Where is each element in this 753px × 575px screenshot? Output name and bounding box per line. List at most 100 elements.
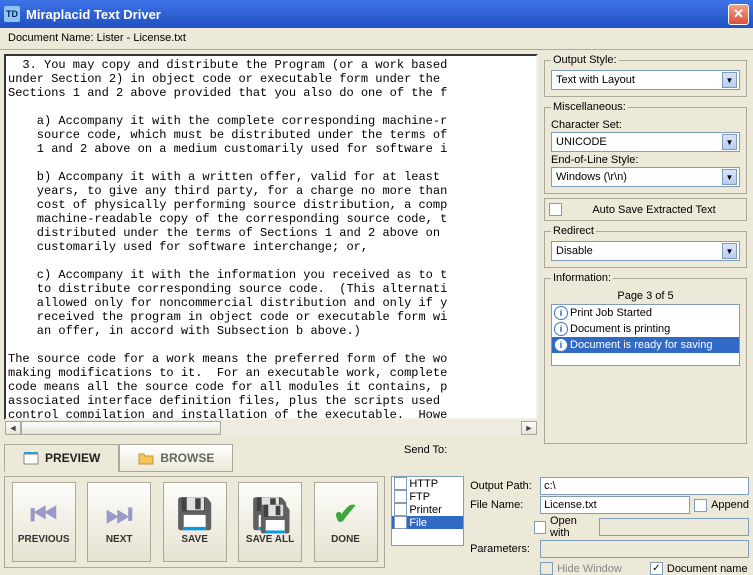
- output-style-group: Output Style: Text with Layout ▼: [544, 54, 747, 97]
- done-button[interactable]: ✔ DONE: [314, 482, 378, 562]
- information-group: Information: Page 3 of 5 i Print Job Sta…: [544, 272, 747, 444]
- documentname-label: Document name: [667, 563, 748, 575]
- output-style-legend: Output Style:: [551, 54, 619, 66]
- chevron-down-icon[interactable]: ▼: [722, 169, 737, 185]
- openwith-checkbox[interactable]: [534, 521, 546, 534]
- charset-combo[interactable]: UNICODE ▼: [551, 132, 740, 152]
- info-item-label: Document is ready for saving: [570, 339, 712, 351]
- action-panel: ⏮ PREVIOUS ⏭ NEXT 💾 SAVE 💾💾 SAVE ALL ✔ D…: [4, 476, 385, 568]
- sendto-checkbox[interactable]: [394, 503, 407, 516]
- eol-combo[interactable]: Windows (\r\n) ▼: [551, 167, 740, 187]
- openwith-input: [599, 518, 749, 536]
- redirect-combo[interactable]: Disable ▼: [551, 241, 740, 261]
- autosave-label: Auto Save Extracted Text: [566, 204, 742, 216]
- chevron-down-icon[interactable]: ▼: [722, 243, 737, 259]
- sendto-item-label: FTP: [409, 491, 430, 503]
- sendto-checkbox[interactable]: ✓: [394, 516, 407, 529]
- chevron-down-icon[interactable]: ▼: [722, 134, 737, 150]
- close-button[interactable]: ✕: [728, 4, 749, 25]
- saveall-icon: 💾💾: [251, 500, 288, 530]
- window-title: Miraplacid Text Driver: [26, 7, 728, 22]
- chevron-down-icon[interactable]: ▼: [722, 72, 737, 88]
- sendto-item-label: File: [409, 517, 427, 529]
- hidewindow-label: Hide Window: [557, 563, 622, 575]
- redirect-group: Redirect Disable ▼: [544, 225, 747, 268]
- previous-label: PREVIOUS: [18, 534, 70, 545]
- autosave-checkbox[interactable]: [549, 203, 562, 216]
- autosave-row: Auto Save Extracted Text: [544, 198, 747, 221]
- output-path-label: Output Path:: [470, 480, 536, 492]
- scroll-right-button[interactable]: ►: [521, 421, 537, 435]
- checkmark-icon: ✔: [333, 500, 358, 530]
- app-icon: TD: [4, 6, 20, 22]
- information-legend: Information:: [551, 272, 613, 284]
- saveall-label: SAVE ALL: [246, 534, 294, 545]
- save-icon: 💾: [176, 500, 213, 530]
- info-item[interactable]: i Document is printing: [552, 321, 739, 337]
- tab-browse-label: BROWSE: [160, 451, 214, 465]
- miscellaneous-group: Miscellaneous: Character Set: UNICODE ▼ …: [544, 101, 747, 194]
- charset-value: UNICODE: [556, 136, 607, 148]
- eol-value: Windows (\r\n): [556, 171, 627, 183]
- parameters-label: Parameters:: [470, 543, 536, 555]
- info-item-label: Print Job Started: [570, 307, 652, 319]
- redirect-value: Disable: [556, 245, 593, 257]
- info-item-label: Document is printing: [570, 323, 670, 335]
- done-label: DONE: [331, 534, 360, 545]
- sendto-item-label: HTTP: [409, 478, 438, 490]
- info-icon: i: [554, 322, 568, 336]
- sendto-item-ftp[interactable]: FTP: [392, 490, 463, 503]
- redirect-legend: Redirect: [551, 225, 596, 237]
- sendto-item-http[interactable]: HTTP: [392, 477, 463, 490]
- document-name-value: Lister - License.txt: [97, 32, 186, 44]
- sendto-item-printer[interactable]: Printer: [392, 503, 463, 516]
- document-name-bar: Document Name: Lister - License.txt: [0, 28, 753, 50]
- sendto-checkbox[interactable]: [394, 477, 407, 490]
- info-item[interactable]: i Document is ready for saving: [552, 337, 739, 353]
- save-button[interactable]: 💾 SAVE: [163, 482, 227, 562]
- documentname-checkbox[interactable]: ✓: [650, 562, 663, 575]
- next-label: NEXT: [106, 534, 133, 545]
- scroll-left-button[interactable]: ◄: [5, 421, 21, 435]
- info-icon: i: [554, 338, 568, 352]
- sendto-checkbox[interactable]: [394, 490, 407, 503]
- output-style-value: Text with Layout: [556, 74, 635, 86]
- scroll-track[interactable]: [21, 421, 521, 435]
- parameters-input: [540, 540, 749, 558]
- sendto-list[interactable]: HTTP FTP Printer ✓File: [391, 476, 464, 546]
- information-list[interactable]: i Print Job Started i Document is printi…: [551, 304, 740, 366]
- tab-browse[interactable]: BROWSE: [119, 444, 233, 472]
- hidewindow-checkbox: [540, 562, 553, 575]
- filename-label: File Name:: [470, 499, 536, 511]
- eol-label: End-of-Line Style:: [551, 154, 740, 166]
- next-button[interactable]: ⏭ NEXT: [87, 482, 151, 562]
- tab-preview[interactable]: PREVIEW: [4, 444, 119, 472]
- output-settings: Output Path: File Name: Append Open with…: [470, 476, 749, 568]
- append-checkbox[interactable]: [694, 499, 707, 512]
- saveall-button[interactable]: 💾💾 SAVE ALL: [238, 482, 302, 562]
- preview-scrollbar-horizontal[interactable]: ◄ ►: [4, 420, 538, 436]
- sendto-label: Send To:: [404, 444, 480, 456]
- output-path-input[interactable]: [540, 477, 749, 495]
- sendto-item-file[interactable]: ✓File: [392, 516, 463, 529]
- append-label: Append: [711, 499, 749, 511]
- next-icon: ⏭: [106, 500, 133, 530]
- info-item[interactable]: i Print Job Started: [552, 305, 739, 321]
- folder-icon: [138, 451, 154, 465]
- miscellaneous-legend: Miscellaneous:: [551, 101, 628, 113]
- preview-icon: [23, 451, 39, 465]
- sendto-label-cell: Send To:: [402, 444, 482, 472]
- save-label: SAVE: [181, 534, 208, 545]
- openwith-label: Open with: [550, 515, 595, 539]
- filename-input[interactable]: [540, 496, 690, 514]
- document-name-label: Document Name:: [8, 32, 94, 44]
- previous-icon: ⏮: [30, 500, 57, 530]
- charset-label: Character Set:: [551, 119, 740, 131]
- previous-button[interactable]: ⏮ PREVIOUS: [12, 482, 76, 562]
- scroll-thumb[interactable]: [21, 421, 221, 435]
- tab-preview-label: PREVIEW: [45, 451, 100, 465]
- output-style-combo[interactable]: Text with Layout ▼: [551, 70, 740, 90]
- titlebar: TD Miraplacid Text Driver ✕: [0, 0, 753, 28]
- preview-text: 3. You may copy and distribute the Progr…: [4, 54, 538, 420]
- page-indicator: Page 3 of 5: [551, 288, 740, 304]
